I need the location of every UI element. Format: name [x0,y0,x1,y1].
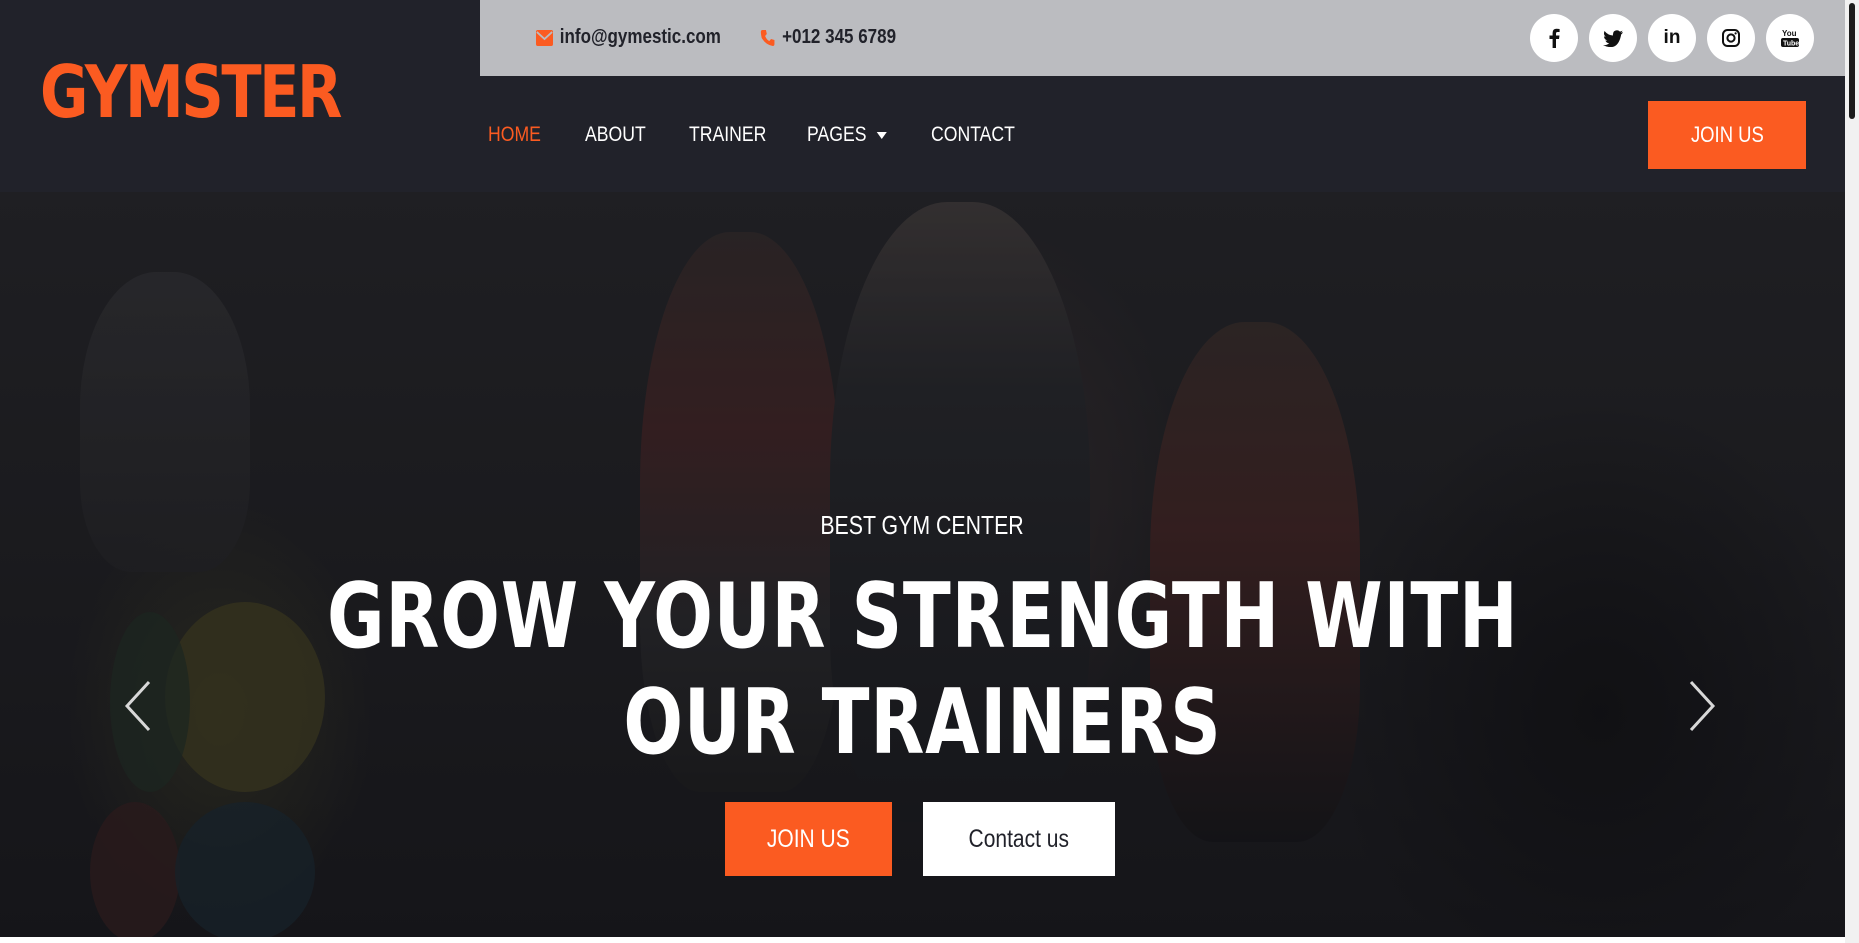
phone-contact: +012 345 6789 [760,26,896,49]
scrollbar-thumb[interactable] [1849,3,1855,119]
hero-contact-label: Contact us [968,824,1070,853]
phone-icon [760,29,775,46]
svg-text:You: You [1782,29,1797,38]
chevron-left-icon[interactable] [118,676,158,736]
hero-subtitle-text: BEST GYM CENTER [820,510,1025,540]
facebook-icon[interactable] [1530,14,1578,62]
email-text[interactable]: info@gymestic.com [560,26,721,49]
hero-carousel: BEST GYM CENTER GROW YOUR STRENGTH WITH … [0,192,1845,937]
main-navbar: HOME ABOUT TRAINER PAGES CONTACT JOIN US [480,76,1845,192]
hero-title-line2: OUR TRAINERS [623,670,1222,775]
hero-contact-button[interactable]: Contact us [923,802,1115,876]
linkedin-icon[interactable]: in [1648,14,1696,62]
hero-title-line1: GROW YOUR STRENGTH WITH [326,564,1519,669]
phone-text[interactable]: +012 345 6789 [782,26,896,49]
nav-about[interactable]: ABOUT [585,123,646,147]
instagram-icon[interactable] [1707,14,1755,62]
caret-down-icon [876,131,887,139]
nav-join-label: JOIN US [1690,122,1764,147]
vertical-scrollbar[interactable] [1845,0,1859,943]
twitter-icon[interactable] [1589,14,1637,62]
nav-pages-label: PAGES [807,123,867,146]
envelope-icon [536,29,553,46]
topbar: info@gymestic.com +012 345 6789 in You Tu… [480,0,1845,76]
brand-logo[interactable]: GYMSTER [40,56,343,128]
svg-text:Tube: Tube [1783,41,1799,48]
email-contact: info@gymestic.com [536,26,721,49]
nav-home[interactable]: HOME [488,123,541,147]
hero-join-label: JOIN US [767,824,850,853]
chevron-right-icon[interactable] [1682,676,1722,736]
nav-trainer[interactable]: TRAINER [689,123,766,147]
hero-join-button[interactable]: JOIN US [725,802,892,876]
nav-join-button[interactable]: JOIN US [1648,101,1806,169]
youtube-icon[interactable]: You Tube [1766,14,1814,62]
page: GYMSTER info@gymestic.com +012 345 6789 … [0,0,1845,937]
hero-title: GROW YOUR STRENGTH WITH OUR TRAINERS [0,564,1845,776]
brand-area: GYMSTER [0,0,480,192]
nav-pages-dropdown[interactable]: PAGES [807,123,887,147]
nav-contact[interactable]: CONTACT [931,123,1015,147]
hero-subtitle: BEST GYM CENTER [0,510,1845,541]
